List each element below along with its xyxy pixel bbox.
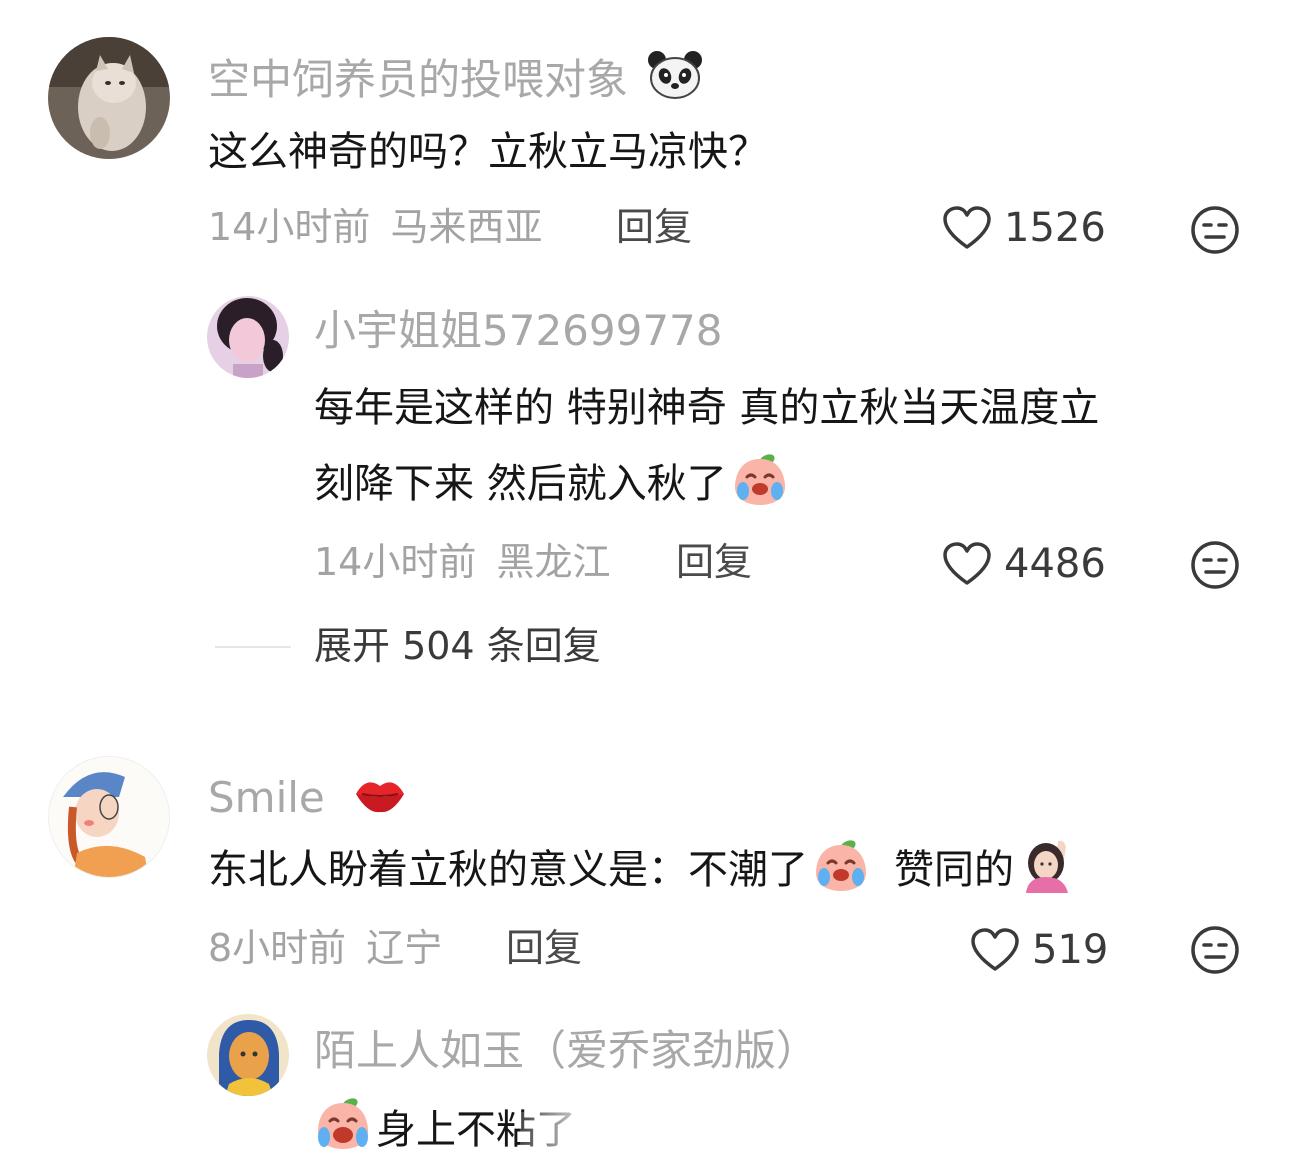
- dislike-face-icon[interactable]: [1190, 925, 1240, 975]
- like-count: 519: [1032, 927, 1109, 973]
- comment-location: 马来西亚: [390, 205, 543, 249]
- reply-username[interactable]: 小宇姐姐572699778: [314, 310, 723, 352]
- reply-time: 14小时前: [314, 540, 477, 584]
- reply-text-line2: 刻降下来 然后就入秋了: [314, 446, 789, 522]
- heart-icon: [943, 542, 991, 585]
- avatar-smile[interactable]: [48, 756, 170, 878]
- like-button[interactable]: 4486: [942, 542, 1106, 586]
- dislike-face-icon[interactable]: [1190, 540, 1240, 590]
- cat-photo-icon: [48, 37, 170, 159]
- comment-meta: 14小时前 马来西亚: [208, 208, 542, 246]
- expand-replies-button[interactable]: 展开 504 条回复: [314, 627, 601, 665]
- like-button[interactable]: 1526: [942, 206, 1106, 250]
- like-count: 1526: [1004, 205, 1106, 251]
- reply-button[interactable]: 回复: [676, 543, 752, 581]
- watermark-overlay: [520, 1112, 780, 1168]
- comment-meta: 8小时前 辽宁: [208, 929, 442, 967]
- comment-text: 东北人盼着立秋的意义是：不潮了 赞同的: [208, 832, 1078, 908]
- comment-username[interactable]: 空中饲养员的投喂对象: [208, 50, 703, 101]
- like-button[interactable]: 519: [970, 928, 1108, 972]
- reply-username[interactable]: 陌上人如玉（爱乔家劲版）: [314, 1030, 818, 1072]
- reply-location: 黑龙江: [496, 540, 611, 584]
- comment-location: 辽宁: [366, 926, 443, 970]
- reply-button[interactable]: 回复: [506, 929, 582, 967]
- avatar-reply-girl[interactable]: [207, 296, 289, 378]
- cartoon-girl-icon: [49, 757, 169, 877]
- comment-username[interactable]: Smile: [208, 772, 408, 819]
- expand-divider: [215, 646, 291, 648]
- avatar-reply-cartoon[interactable]: [207, 1014, 289, 1096]
- comment-time: 8小时前: [208, 926, 347, 970]
- crying-peach-icon: [816, 840, 866, 891]
- avatar-cat[interactable]: [48, 37, 170, 159]
- reply-meta: 14小时前 黑龙江: [314, 543, 610, 581]
- panda-face-icon: [648, 51, 703, 99]
- heart-icon: [971, 928, 1019, 971]
- crying-peach-icon: [318, 1098, 368, 1149]
- reply-text-line1: 每年是这样的 特别神奇 真的立秋当天温度立: [314, 385, 1100, 431]
- crying-peach-icon: [734, 454, 785, 505]
- cartoon-avatar-icon: [207, 1014, 289, 1096]
- kiss-lips-icon: [356, 782, 405, 813]
- reply-button[interactable]: 回复: [616, 208, 692, 246]
- person-raising-hand-icon: [1026, 840, 1068, 893]
- heart-icon: [943, 206, 991, 249]
- dislike-face-icon[interactable]: [1190, 205, 1240, 255]
- comment-time: 14小时前: [208, 205, 371, 249]
- comment-text: 这么神奇的吗？立秋立马凉快？: [208, 129, 768, 175]
- like-count: 4486: [1004, 541, 1106, 587]
- girl-photo-icon: [207, 296, 289, 378]
